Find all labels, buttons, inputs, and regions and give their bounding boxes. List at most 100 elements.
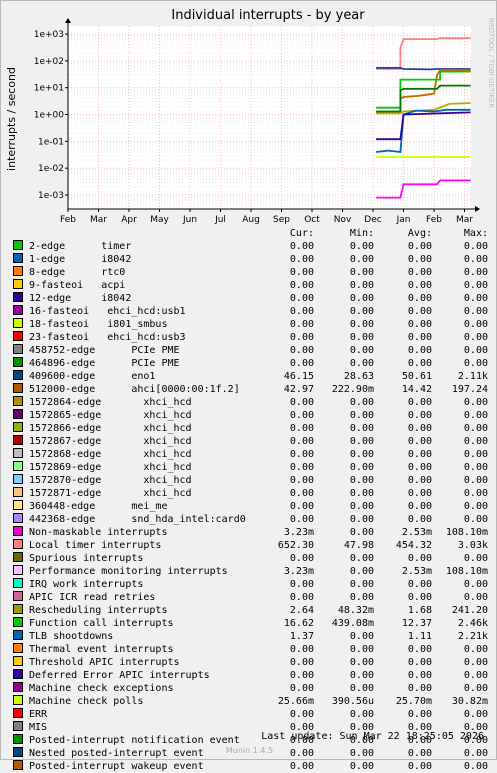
legend-min-value: 0.00 — [349, 409, 374, 421]
legend-label-cell: 1-edge i8042 — [13, 253, 248, 266]
legend-label-cell: APIC ICR read retries — [13, 591, 248, 604]
legend-label-cell: 8-edge rtc0 — [13, 266, 248, 279]
legend-row: Deferred Error APIC interrupts 0.00 0.00 0.… — [13, 669, 488, 682]
x-tick-label: Oct — [304, 215, 320, 225]
legend-max-value: 0.00 — [463, 591, 488, 603]
legend-min-value: 0.00 — [349, 643, 374, 655]
legend-label: 360448-edge mei_me — [29, 501, 168, 512]
legend-min-value: 0.00 — [349, 279, 374, 291]
legend-max-value: 0.00 — [463, 266, 488, 278]
legend-avg-value: 0.00 — [407, 396, 432, 408]
legend-row: 1572865-edge xhci_hcd 0.00 0.00 0.00 0.00 — [13, 409, 488, 422]
legend-cur-value: 0.00 — [289, 409, 314, 421]
x-tick-label: May — [150, 215, 169, 225]
watermark: RRDTOOL / TOBI OETIKER — [487, 18, 495, 108]
legend-cur-value: 42.97 — [283, 383, 314, 395]
legend-row: 1572864-edge xhci_hcd 0.00 0.00 0.00 0.00 — [13, 396, 488, 409]
legend-cur-value: 0.00 — [289, 552, 314, 564]
legend-label: MIS — [29, 722, 48, 733]
legend-swatch — [13, 318, 23, 328]
legend-max-value: 0.00 — [463, 487, 488, 499]
legend-max-value: 2.21k — [457, 630, 488, 642]
legend-avg-value: 1.68 — [407, 604, 432, 616]
legend-cur-value: 0.00 — [289, 656, 314, 668]
legend-cur-value: 0.00 — [289, 331, 314, 343]
legend-label: 2-edge timer — [29, 241, 132, 252]
legend-min-value: 0.00 — [349, 240, 374, 252]
legend-row: 464896-edge PCIe PME 0.00 0.00 0.00 0.00 — [13, 357, 488, 370]
legend-avg-value: 0.00 — [407, 513, 432, 525]
legend-cur-value: 0.00 — [289, 253, 314, 265]
legend-cur-value: 0.00 — [289, 266, 314, 278]
munin-version: Munin 1.4.5 — [225, 746, 274, 755]
plot-area — [68, 26, 471, 209]
legend-label: 409600-edge eno1 — [29, 371, 156, 382]
legend-label-cell: Threshold APIC interrupts — [13, 656, 248, 669]
legend-label-cell: 360448-edge mei_me — [13, 500, 248, 513]
legend-label: 16-fasteoi ehci_hcd:usb1 — [29, 306, 186, 317]
legend-min-value: 0.00 — [349, 474, 374, 486]
legend-avg-value: 0.00 — [407, 669, 432, 681]
legend-avg-value: 0.00 — [407, 708, 432, 720]
legend-avg-value: 14.42 — [401, 383, 432, 395]
legend-row: Machine check polls 25.66m 390.56u 25.70m 30… — [13, 695, 488, 708]
legend-swatch — [13, 292, 23, 302]
legend-label: 442368-edge snd_hda_intel:card0 — [29, 514, 246, 525]
legend-min-value: 0.00 — [349, 682, 374, 694]
legend-avg-value: 0.00 — [407, 305, 432, 317]
legend-max-value: 2.11k — [457, 370, 488, 382]
legend-swatch — [13, 656, 23, 666]
legend-swatch — [13, 552, 23, 562]
legend-min-value: 0.00 — [349, 669, 374, 681]
legend-avg-value: 0.00 — [407, 435, 432, 447]
legend-label-cell: 1572868-edge xhci_hcd — [13, 448, 248, 461]
legend-cur-value: 0.00 — [289, 292, 314, 304]
legend-min-value: 0.00 — [349, 461, 374, 473]
legend-row: 1-edge i8042 0.00 0.00 0.00 0.00 — [13, 253, 488, 266]
legend-avg-value: 0.00 — [407, 253, 432, 265]
legend-avg-value: 0.00 — [407, 331, 432, 343]
legend-max-value: 0.00 — [463, 708, 488, 720]
legend-label-cell: Deferred Error APIC interrupts — [13, 669, 248, 682]
legend-row: 1572870-edge xhci_hcd 0.00 0.00 0.00 0.00 — [13, 474, 488, 487]
legend-label-cell: Function call interrupts — [13, 617, 248, 630]
legend-row: 1572871-edge xhci_hcd 0.00 0.00 0.00 0.00 — [13, 487, 488, 500]
legend-label: ERR — [29, 709, 48, 720]
legend-cur-value: 0.00 — [289, 422, 314, 434]
legend-avg-value: 0.00 — [407, 240, 432, 252]
legend-swatch — [13, 461, 23, 471]
legend-label-cell: ERR — [13, 708, 248, 721]
legend-row: Rescheduling interrupts 2.64 48.32m 1.68 241… — [13, 604, 488, 617]
legend-row: 512000-edge ahci[0000:00:1f.2] 42.97 222.9… — [13, 383, 488, 396]
legend-row: APIC ICR read retries 0.00 0.00 0.00 0.00 — [13, 591, 488, 604]
legend-swatch — [13, 370, 23, 380]
legend-min-value: 222.90m — [331, 383, 374, 395]
legend-max-value: 0.00 — [463, 578, 488, 590]
legend-max-value: 0.00 — [463, 240, 488, 252]
legend-cur-value: 0.00 — [289, 682, 314, 694]
legend-label: Non-maskable interrupts — [29, 527, 168, 538]
legend-min-value: 0.00 — [349, 266, 374, 278]
legend-avg-value: 0.00 — [407, 344, 432, 356]
legend-row: Non-maskable interrupts 3.23m 0.00 2.53m 108… — [13, 526, 488, 539]
legend-row: 9-fasteoi acpi 0.00 0.00 0.00 0.00 — [13, 279, 488, 292]
legend-swatch — [13, 487, 23, 497]
legend-min-value: 0.00 — [349, 500, 374, 512]
legend-header-avg: Avg: — [407, 228, 432, 239]
legend-min-value: 0.00 — [349, 305, 374, 317]
legend-max-value: 0.00 — [463, 461, 488, 473]
legend-swatch — [13, 669, 23, 679]
legend-min-value: 0.00 — [349, 435, 374, 447]
legend-label: 1572864-edge xhci_hcd — [29, 397, 192, 408]
legend-cur-value: 0.00 — [289, 435, 314, 447]
legend-row: 12-edge i8042 0.00 0.00 0.00 0.00 — [13, 292, 488, 305]
legend-label: 18-fasteoi i801_smbus — [29, 319, 168, 330]
legend-cur-value: 0.00 — [289, 357, 314, 369]
legend-cur-value: 0.00 — [289, 669, 314, 681]
legend-cur-value: 0.00 — [289, 240, 314, 252]
legend-avg-value: 2.53m — [401, 526, 432, 538]
legend-row: 1572866-edge xhci_hcd 0.00 0.00 0.00 0.00 — [13, 422, 488, 435]
last-update: Last update: Sun Mar 22 18:25:05 2026 — [261, 731, 484, 742]
legend-max-value: 0.00 — [463, 474, 488, 486]
legend-swatch — [13, 734, 23, 744]
